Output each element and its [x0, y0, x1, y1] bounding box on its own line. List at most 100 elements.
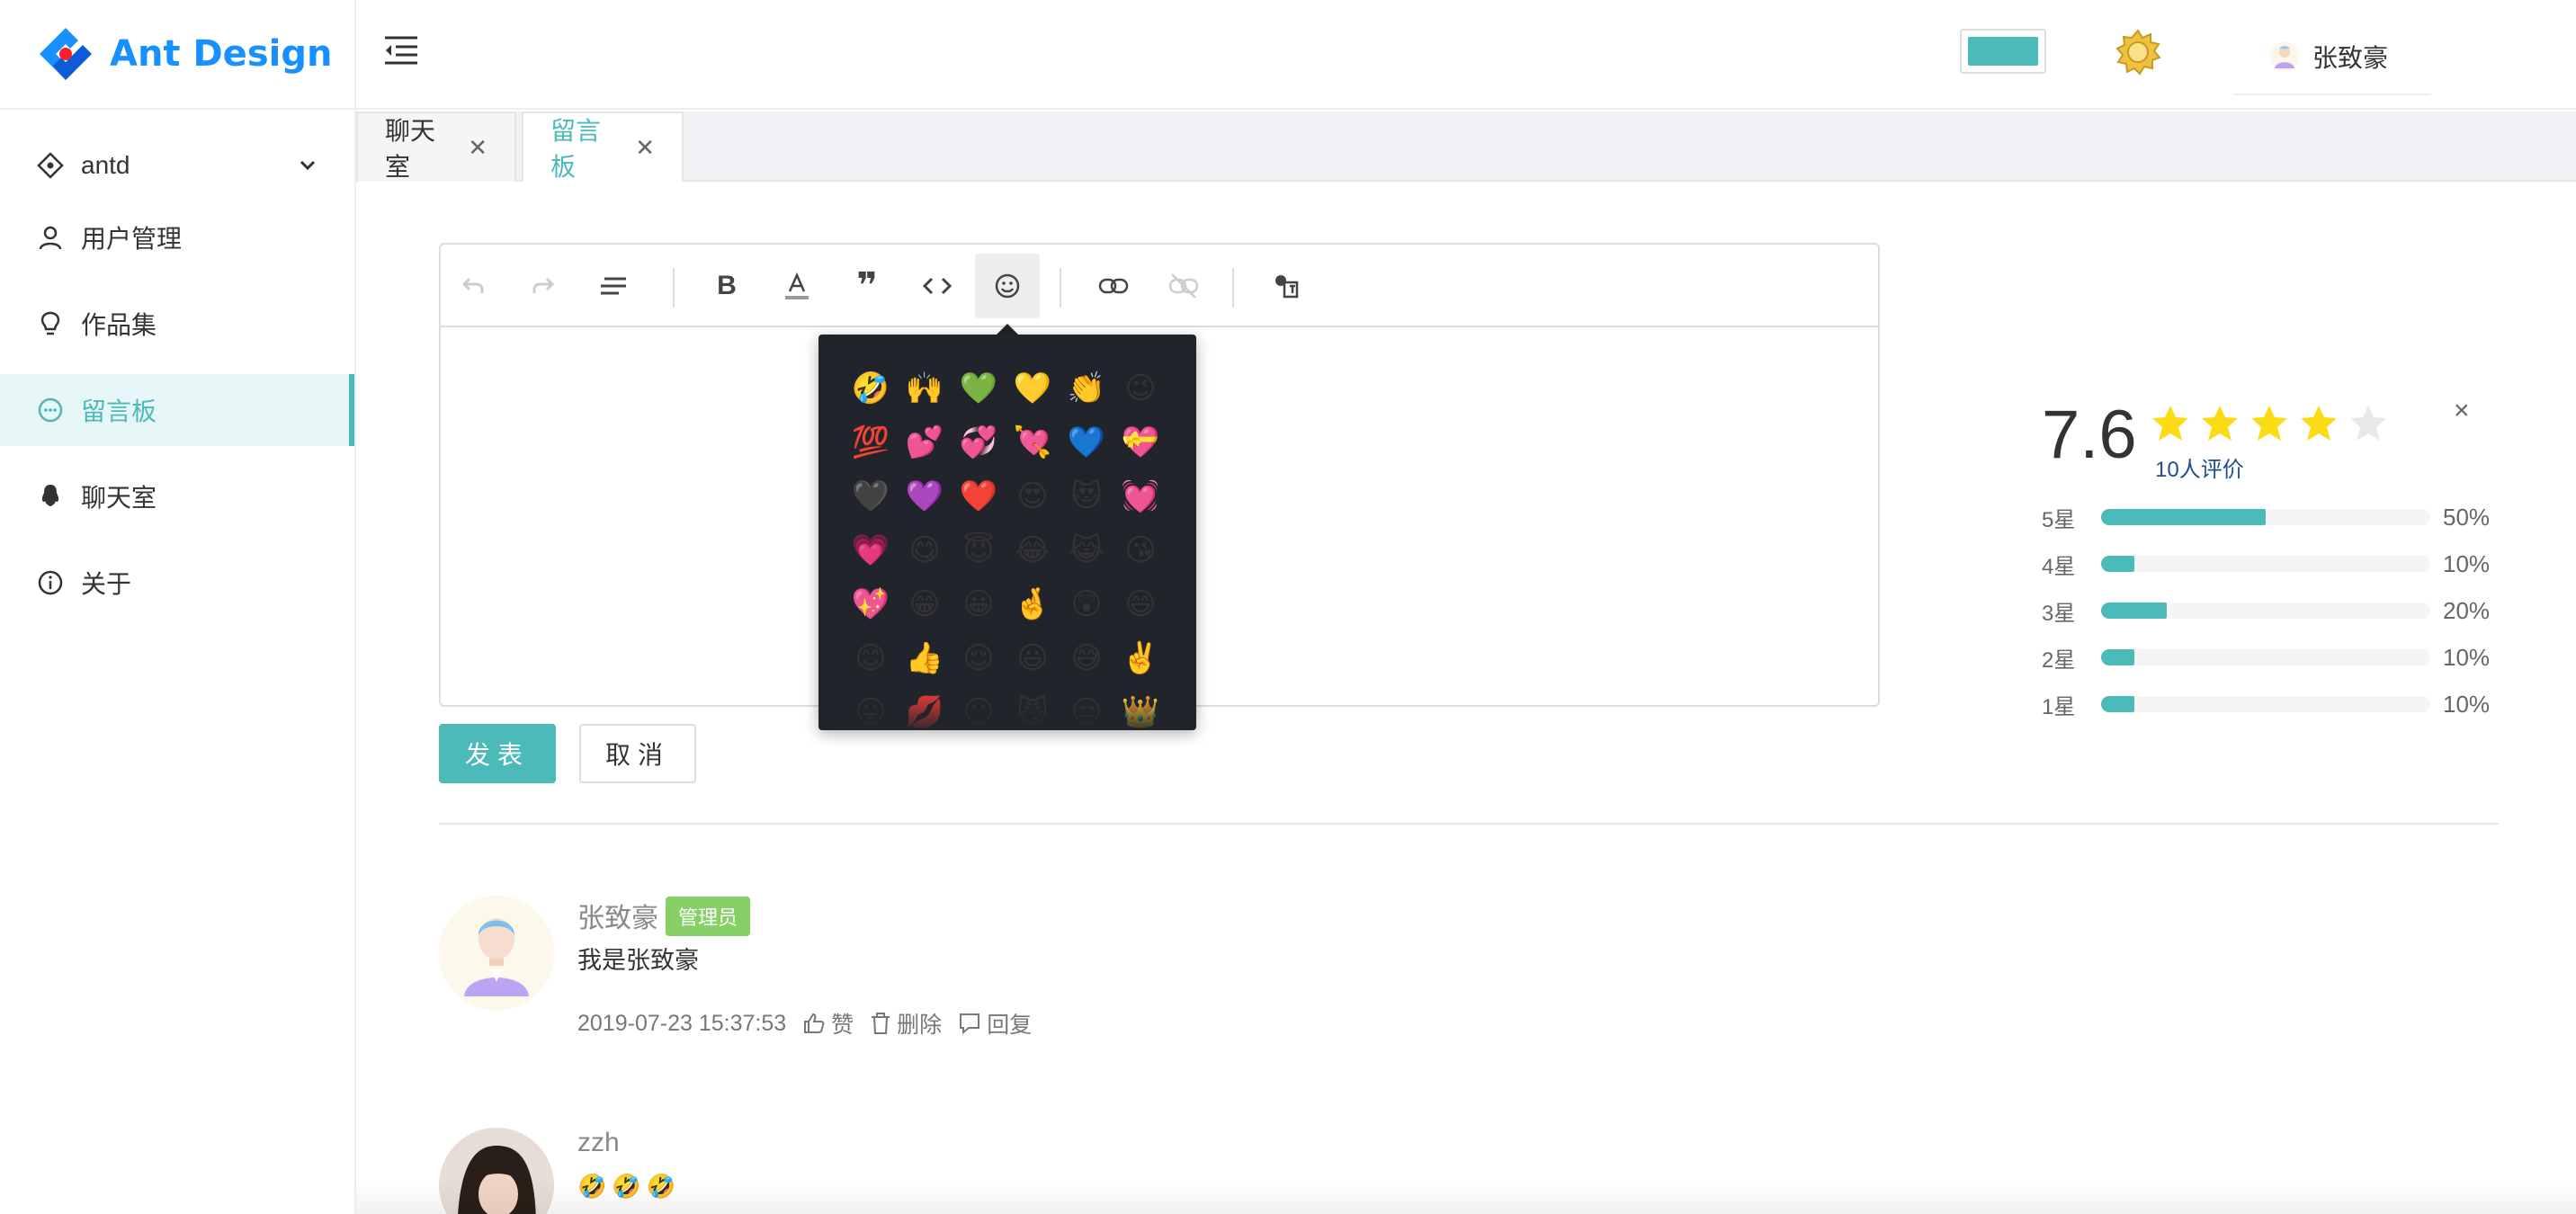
rating-count[interactable]: 10人评价 [2155, 451, 2244, 483]
font-color-button[interactable] [765, 254, 829, 318]
emoji-item[interactable]: 💕 [898, 415, 952, 469]
link-button[interactable] [1081, 254, 1146, 318]
like-button[interactable]: 赞 [802, 1007, 854, 1040]
submit-button[interactable]: 发表 [439, 724, 556, 783]
sidebar-item-chatroom[interactable]: 聊天室 [0, 460, 354, 532]
rating-bar [2101, 696, 2430, 712]
sidebar-item-users[interactable]: 用户管理 [0, 201, 354, 273]
emoji-item[interactable]: 😍 [1006, 469, 1060, 523]
rating-score: 7.6 [2042, 397, 2137, 473]
emoji-item[interactable]: 👏 [1060, 362, 1114, 415]
emoji-item[interactable]: 🤞 [1006, 577, 1060, 631]
close-icon[interactable]: ✕ [468, 134, 487, 162]
emoji-item[interactable]: 👍 [898, 631, 952, 685]
emoji-item[interactable]: 😻 [1060, 469, 1114, 523]
emoji-item[interactable]: 😅 [1060, 631, 1114, 685]
media-button[interactable] [1254, 254, 1319, 318]
emoji-item[interactable]: 💜 [898, 469, 952, 523]
emoji-item[interactable]: 🖤 [844, 469, 898, 523]
sidebar-item-label: 留言板 [81, 397, 157, 425]
emoji-item[interactable]: ✌️ [1114, 631, 1167, 685]
emoji-item[interactable]: 💗 [844, 523, 898, 577]
emoji-item[interactable]: 😁 [898, 577, 952, 631]
redo-button[interactable] [511, 254, 576, 318]
emoji-item[interactable]: 🤣 [844, 362, 898, 415]
sun-theme-icon[interactable] [2115, 29, 2161, 76]
delete-icon [872, 1013, 890, 1034]
close-icon[interactable]: ✕ [635, 134, 655, 162]
emoji-item[interactable]: 😘 [1114, 523, 1167, 577]
emoji-item[interactable]: 😹 [1060, 523, 1114, 577]
emoji-item[interactable]: 😀 [952, 577, 1006, 631]
sidebar-item-antd[interactable]: antd [0, 129, 354, 201]
author-name[interactable]: zzh [577, 1128, 620, 1157]
cancel-button[interactable]: 取消 [579, 724, 696, 783]
emoji-item[interactable]: 💯 [844, 415, 898, 469]
theme-color-picker[interactable] [1960, 29, 2046, 74]
emoji-item[interactable]: 💚 [952, 362, 1006, 415]
emoji-button[interactable] [975, 254, 1040, 318]
emoji-item[interactable]: 💓 [1114, 469, 1167, 523]
rating-row-percent: 10% [2443, 643, 2491, 671]
star-filled-icon[interactable] [2199, 403, 2241, 444]
star-filled-icon[interactable] [2249, 403, 2290, 444]
code-button[interactable] [905, 254, 970, 318]
link-icon [1098, 278, 1129, 294]
rating-bar [2101, 509, 2430, 525]
emoji-item[interactable]: 😌 [952, 631, 1006, 685]
bold-icon: B [717, 271, 737, 300]
chevron-down-icon [300, 160, 316, 171]
close-icon[interactable]: × [2454, 396, 2470, 426]
emoji-item[interactable]: 💘 [1006, 415, 1060, 469]
user-menu[interactable]: 张致豪 [2233, 20, 2431, 95]
like-label: 赞 [831, 1013, 854, 1038]
emoji-item[interactable]: ❤️ [952, 469, 1006, 523]
unlink-button[interactable] [1151, 254, 1216, 318]
emoji-item[interactable]: 💝 [1114, 415, 1167, 469]
emoji-item[interactable]: 😊 [844, 631, 898, 685]
rating-row-label: 3星 [2042, 601, 2076, 626]
menu-fold-icon[interactable] [383, 34, 419, 67]
star-filled-icon[interactable] [2298, 403, 2339, 444]
rating-row-label: 1星 [2042, 694, 2076, 719]
emoji-grid: 🤣🙌💚💛👏😉💯💕💞💘💙💝🖤💜❤️😍😻💓💗😋😇😂😹😘💖😁😀🤞😲😄😊👍😌😃😅✌️😛💋… [844, 362, 1171, 730]
rating-row-percent: 10% [2443, 690, 2491, 718]
emoji-item[interactable]: 😉 [1114, 362, 1167, 415]
role-badge: 管理员 [666, 897, 751, 936]
like-icon [804, 1013, 825, 1033]
emoji-item[interactable]: 💛 [1006, 362, 1060, 415]
emoji-item[interactable]: 😄 [1114, 577, 1167, 631]
bold-button[interactable]: B [694, 254, 759, 318]
tab-message-board[interactable]: 留言板 ✕ [522, 112, 684, 182]
comment-icon [960, 1013, 980, 1035]
reply-button[interactable]: 回复 [958, 1007, 1032, 1040]
emoji-item[interactable]: 😲 [1060, 577, 1114, 631]
logo[interactable]: Ant Design [0, 0, 354, 110]
rating-bar-fill [2101, 696, 2134, 712]
sidebar-item-portfolio[interactable]: 作品集 [0, 288, 354, 360]
tabs-bar: 聊天室 ✕ 留言板 ✕ [356, 112, 2576, 182]
emoji-item[interactable]: 😋 [898, 523, 952, 577]
sidebar-item-about[interactable]: 关于 [0, 547, 354, 619]
delete-button[interactable]: 删除 [870, 1007, 942, 1040]
tab-chatroom[interactable]: 聊天室 ✕ [356, 112, 516, 182]
emoji-item[interactable]: 🙌 [898, 362, 952, 415]
star-filled-icon[interactable] [2150, 403, 2191, 444]
avatar[interactable] [439, 896, 554, 1011]
star-empty-icon[interactable] [2348, 403, 2389, 444]
author-name[interactable]: 张致豪 [577, 904, 658, 933]
emoji-item[interactable]: 💙 [1060, 415, 1114, 469]
qq-icon [41, 485, 59, 506]
emoji-item[interactable]: 💖 [844, 577, 898, 631]
text-align-button[interactable] [581, 254, 646, 318]
emoji-item[interactable]: 💞 [952, 415, 1006, 469]
undo-button[interactable] [441, 254, 505, 318]
sidebar-item-label: antd [81, 151, 130, 179]
emoji-item[interactable]: 😂 [1006, 523, 1060, 577]
sidebar-item-message-board[interactable]: 留言板 [0, 374, 354, 446]
emoji-item[interactable]: 😃 [1006, 631, 1060, 685]
sidebar-item-label: 用户管理 [81, 225, 183, 253]
info-icon [38, 570, 63, 595]
blockquote-button[interactable]: ❞ [835, 254, 899, 318]
emoji-item[interactable]: 😇 [952, 523, 1006, 577]
